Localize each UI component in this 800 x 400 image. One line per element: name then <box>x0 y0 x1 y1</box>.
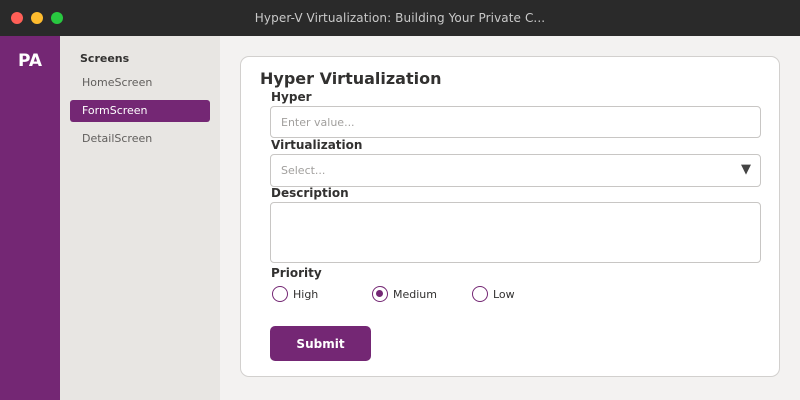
hyper-input[interactable] <box>270 106 761 138</box>
radio-checked-icon[interactable] <box>372 286 388 302</box>
virtualization-label: Virtualization <box>271 138 363 152</box>
title-bar: Hyper-V Virtualization: Building Your Pr… <box>0 0 800 36</box>
radio-unchecked-icon[interactable] <box>272 286 288 302</box>
radio-unchecked-icon[interactable] <box>472 286 488 302</box>
app-window: Hyper-V Virtualization: Building Your Pr… <box>0 0 800 400</box>
priority-option-label: Low <box>493 287 515 301</box>
window-controls <box>11 12 63 24</box>
priority-option-label: Medium <box>393 287 437 301</box>
priority-option-low[interactable]: Low <box>472 286 515 302</box>
priority-option-medium[interactable]: Medium <box>372 286 437 302</box>
app-logo[interactable]: PA <box>0 51 60 71</box>
form-card: Hyper Virtualization Hyper Virtualizatio… <box>240 56 780 377</box>
window-title: Hyper-V Virtualization: Building Your Pr… <box>254 11 546 25</box>
minimize-window-icon[interactable] <box>31 12 43 24</box>
screens-panel: Screens HomeScreen FormScreen DetailScre… <box>60 36 220 400</box>
priority-label: Priority <box>271 266 322 280</box>
screen-item-form[interactable]: FormScreen <box>70 100 210 122</box>
form-title: Hyper Virtualization <box>260 69 442 88</box>
main-canvas: Hyper Virtualization Hyper Virtualizatio… <box>220 36 800 400</box>
description-label: Description <box>271 186 349 200</box>
dropdown-arrow-icon: ▼ <box>741 162 751 177</box>
virtualization-dropdown[interactable]: Select... ▼ <box>270 154 761 187</box>
virtualization-selected-value: Select... <box>281 164 326 177</box>
priority-option-high[interactable]: High <box>272 286 318 302</box>
screen-item-detail[interactable]: DetailScreen <box>70 128 210 150</box>
maximize-window-icon[interactable] <box>51 12 63 24</box>
app-bar: PA <box>0 36 60 400</box>
hyper-label: Hyper <box>271 90 312 104</box>
screen-item-home[interactable]: HomeScreen <box>70 72 210 94</box>
close-window-icon[interactable] <box>11 12 23 24</box>
screens-heading: Screens <box>80 52 130 65</box>
submit-button[interactable]: Submit <box>270 326 371 361</box>
description-textarea[interactable] <box>270 202 761 263</box>
priority-option-label: High <box>293 287 319 301</box>
